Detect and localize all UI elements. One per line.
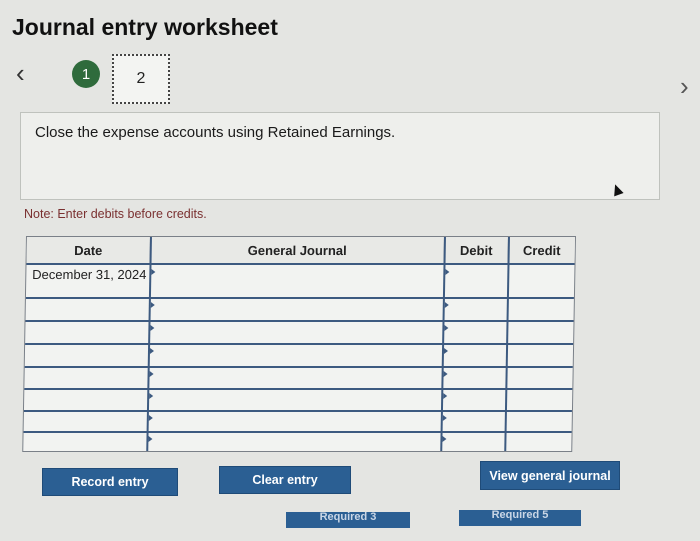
note-text: Note: Enter debits before credits. [24, 207, 207, 221]
row-arrow-icon [445, 269, 450, 275]
row-divider [24, 366, 573, 368]
date-cell-row-1[interactable]: December 31, 2024 [30, 265, 148, 283]
row-divider [25, 343, 574, 345]
row-divider [23, 410, 572, 412]
row-arrow-icon [150, 302, 155, 308]
chevron-left-icon[interactable]: ‹ [16, 60, 25, 86]
header-general-journal: General Journal [150, 237, 445, 265]
row-arrow-icon [442, 436, 447, 442]
required-prev-button[interactable]: Required 3 [286, 512, 410, 528]
record-entry-button[interactable]: Record entry [42, 468, 178, 496]
row-arrow-icon [150, 325, 155, 331]
row-divider [25, 297, 574, 299]
row-arrow-icon [443, 393, 448, 399]
required-next-button[interactable]: Required 5 [459, 510, 581, 526]
row-divider [25, 320, 574, 322]
header-debit: Debit [444, 237, 509, 265]
row-arrow-icon [151, 269, 156, 275]
row-arrow-icon [444, 302, 449, 308]
header-credit: Credit [508, 237, 575, 265]
step-2-current[interactable]: 2 [112, 54, 170, 104]
row-arrow-icon [148, 436, 153, 442]
header-date: Date [26, 237, 151, 265]
page-title: Journal entry worksheet [12, 14, 278, 40]
row-arrow-icon [149, 371, 154, 377]
row-arrow-icon [443, 348, 449, 354]
instruction-text: Close the expense accounts using Retaine… [35, 124, 396, 141]
row-arrow-icon [443, 371, 448, 377]
row-divider [24, 388, 573, 390]
row-arrow-icon [442, 415, 447, 421]
instruction-box: Close the expense accounts using Retaine… [20, 112, 660, 200]
clear-entry-button[interactable]: Clear entry [219, 466, 351, 494]
row-arrow-icon [149, 348, 155, 354]
row-arrow-icon [148, 415, 153, 421]
view-general-journal-button[interactable]: View general journal [480, 461, 620, 490]
chevron-right-icon[interactable]: › [680, 73, 689, 99]
row-divider [23, 431, 572, 433]
journal-entry-table: Date General Journal Debit Credit Decemb… [22, 236, 576, 452]
step-1-completed[interactable]: 1 [72, 60, 100, 88]
row-arrow-icon [444, 325, 449, 331]
row-arrow-icon [149, 393, 154, 399]
